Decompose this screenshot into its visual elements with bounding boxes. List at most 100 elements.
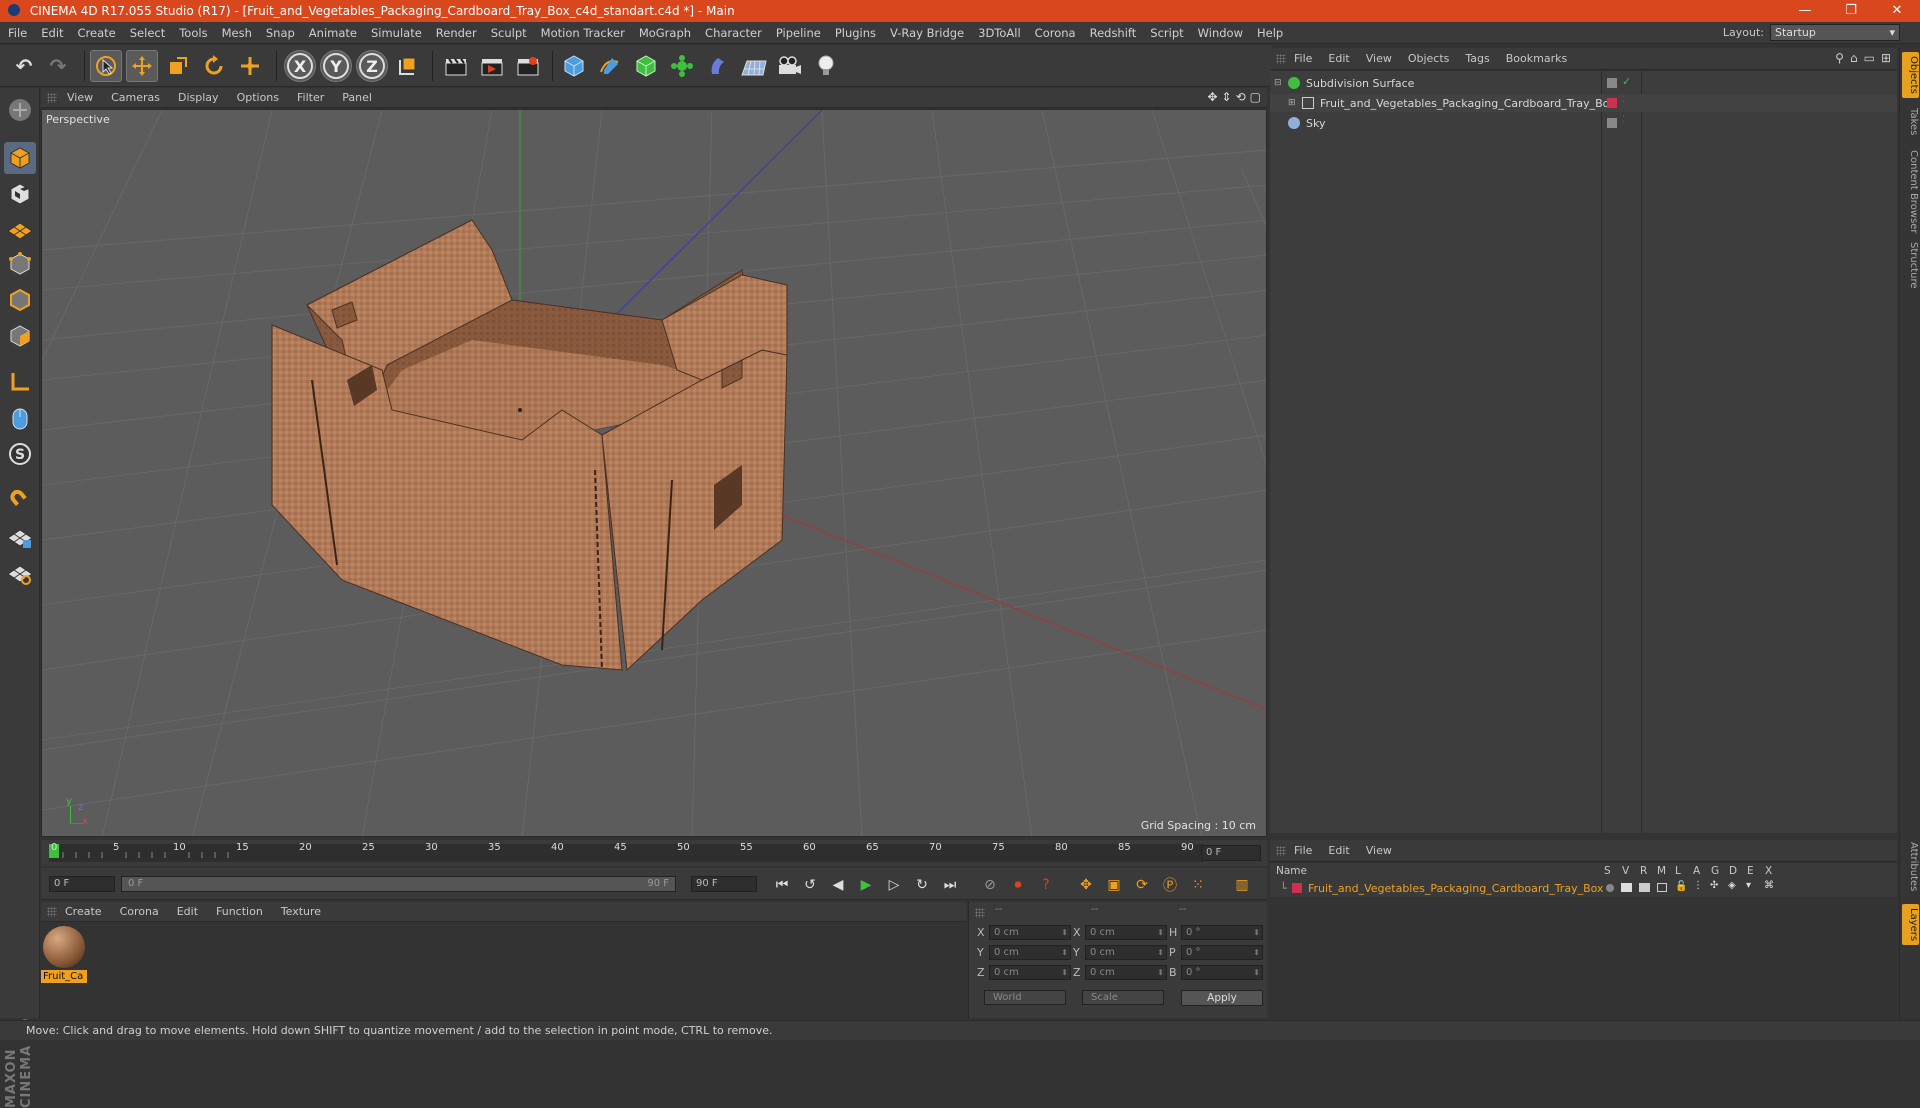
tab-objects[interactable]: Objects bbox=[1902, 52, 1919, 98]
menu-animate[interactable]: Animate bbox=[309, 26, 357, 40]
layer-menu-file[interactable]: File bbox=[1294, 844, 1312, 857]
key-pla-button[interactable]: ⁙ bbox=[1187, 874, 1209, 896]
add-deformer-button[interactable] bbox=[702, 50, 734, 82]
transform-tool-button[interactable] bbox=[234, 50, 266, 82]
menu-3dtoall[interactable]: 3DToAll bbox=[978, 26, 1021, 40]
pos-x-field[interactable]: 0 cm bbox=[989, 924, 1071, 940]
menu-window[interactable]: Window bbox=[1198, 26, 1243, 40]
layer-menu-view[interactable]: View bbox=[1366, 844, 1392, 857]
layer-generators-icon[interactable]: ✣ bbox=[1710, 880, 1718, 891]
object-menu-bookmarks[interactable]: Bookmarks bbox=[1506, 52, 1567, 65]
layer-render-icon[interactable] bbox=[1639, 883, 1650, 892]
edges-mode-button[interactable] bbox=[4, 284, 36, 316]
toggle-view-icon[interactable]: ▢ bbox=[1250, 90, 1261, 104]
object-menu-objects[interactable]: Objects bbox=[1408, 52, 1450, 65]
points-mode-button[interactable] bbox=[4, 248, 36, 280]
pos-z-field[interactable]: 0 cm bbox=[989, 964, 1071, 980]
y-axis-lock-button[interactable]: Y bbox=[320, 50, 352, 82]
tab-layers[interactable]: Layers bbox=[1902, 904, 1919, 946]
next-key-button[interactable]: ↻ bbox=[911, 874, 933, 896]
key-scale-button[interactable]: ▣ bbox=[1103, 874, 1125, 896]
rot-p-field[interactable]: 0 ° bbox=[1181, 944, 1263, 960]
menu-character[interactable]: Character bbox=[705, 26, 762, 40]
menu-pipeline[interactable]: Pipeline bbox=[776, 26, 821, 40]
menu-script[interactable]: Script bbox=[1150, 26, 1183, 40]
edit-render-settings-button[interactable] bbox=[512, 50, 544, 82]
tab-attributes[interactable]: Attributes bbox=[1902, 838, 1919, 895]
dolly-view-icon[interactable]: ⇕ bbox=[1222, 90, 1232, 104]
add-subdivision-button[interactable] bbox=[630, 50, 662, 82]
material-menu-edit[interactable]: Edit bbox=[177, 905, 198, 918]
z-axis-lock-button[interactable]: Z bbox=[356, 50, 388, 82]
menu-vray-bridge[interactable]: V-Ray Bridge bbox=[890, 26, 964, 40]
pan-view-icon[interactable]: ✥ bbox=[1207, 90, 1217, 104]
object-menu-file[interactable]: File bbox=[1294, 52, 1312, 65]
layer-manager-icon[interactable] bbox=[1657, 883, 1667, 892]
expand-icon[interactable]: ⊞ bbox=[1288, 98, 1298, 108]
menu-mesh[interactable]: Mesh bbox=[222, 26, 252, 40]
viewport-menu-cameras[interactable]: Cameras bbox=[111, 91, 160, 104]
add-camera-button[interactable] bbox=[774, 50, 806, 82]
minimize-panel-icon[interactable]: ▭ bbox=[1864, 51, 1875, 65]
orbit-view-icon[interactable]: ⟲ bbox=[1236, 90, 1246, 104]
apply-button[interactable]: Apply bbox=[1181, 990, 1263, 1006]
menu-select[interactable]: Select bbox=[130, 26, 165, 40]
layer-color-swatch[interactable] bbox=[1292, 883, 1302, 893]
menu-plugins[interactable]: Plugins bbox=[835, 26, 876, 40]
menu-simulate[interactable]: Simulate bbox=[371, 26, 422, 40]
start-frame-field[interactable]: 0 F bbox=[49, 876, 115, 892]
menu-snap[interactable]: Snap bbox=[266, 26, 295, 40]
scale-tool-button[interactable] bbox=[162, 50, 194, 82]
tweak-mode-button[interactable] bbox=[4, 402, 36, 434]
add-cube-button[interactable] bbox=[558, 50, 590, 82]
workplane-mode-button[interactable] bbox=[4, 212, 36, 244]
add-array-button[interactable] bbox=[666, 50, 698, 82]
menu-mograph[interactable]: MoGraph bbox=[639, 26, 691, 40]
layer-color-icon[interactable] bbox=[1607, 98, 1617, 108]
render-view-button[interactable] bbox=[440, 50, 472, 82]
enabled-check-icon[interactable]: ✓ bbox=[1622, 75, 1631, 88]
add-floor-button[interactable] bbox=[738, 50, 770, 82]
redo-button[interactable]: ↷ bbox=[42, 50, 74, 82]
maximize-button[interactable]: ❐ bbox=[1828, 0, 1874, 22]
layer-animation-icon[interactable]: ⋮ bbox=[1693, 880, 1703, 891]
viewport-menu-panel[interactable]: Panel bbox=[342, 91, 372, 104]
tab-takes[interactable]: Takes bbox=[1902, 104, 1919, 139]
menu-sculpt[interactable]: Sculpt bbox=[491, 26, 527, 40]
material-menu-create[interactable]: Create bbox=[65, 905, 102, 918]
viewport-menu-options[interactable]: Options bbox=[237, 91, 279, 104]
previous-key-button[interactable]: ↺ bbox=[799, 874, 821, 896]
layer-tag-icon[interactable] bbox=[1607, 118, 1617, 128]
key-rotation-button[interactable]: ⟳ bbox=[1131, 874, 1153, 896]
planar-workplane-button[interactable] bbox=[4, 558, 36, 590]
tab-structure[interactable]: Structure bbox=[1902, 238, 1919, 293]
layer-lock-icon[interactable]: 🔓 bbox=[1675, 881, 1687, 892]
go-to-start-button[interactable]: ⏮ bbox=[771, 874, 793, 896]
layer-expressions-icon[interactable]: ▾ bbox=[1746, 880, 1751, 891]
layer-deformers-icon[interactable]: ◈ bbox=[1728, 880, 1736, 891]
undo-button[interactable]: ↶ bbox=[8, 50, 40, 82]
auto-keying-button[interactable]: ⏺ bbox=[1007, 874, 1029, 896]
current-frame-field[interactable]: 0 F bbox=[1201, 845, 1261, 861]
live-selection-button[interactable] bbox=[90, 50, 122, 82]
object-menu-edit[interactable]: Edit bbox=[1328, 52, 1349, 65]
object-row-tray-box[interactable]: ⊞ Fruit_and_Vegetables_Packaging_Cardboa… bbox=[1270, 94, 1897, 112]
perspective-viewport[interactable]: Perspective Grid Spacing : 10 cm y z x bbox=[41, 109, 1267, 837]
frame-range-slider[interactable]: 0 F 90 F bbox=[121, 876, 676, 892]
go-to-end-button[interactable]: ⏭ bbox=[939, 874, 961, 896]
minimize-button[interactable]: — bbox=[1782, 0, 1828, 22]
visibility-dots-icon[interactable]: ⁚ bbox=[1622, 95, 1625, 105]
expand-panel-icon[interactable]: ⊞ bbox=[1881, 51, 1891, 65]
menu-redshift[interactable]: Redshift bbox=[1090, 26, 1137, 40]
add-spline-button[interactable] bbox=[594, 50, 626, 82]
object-menu-tags[interactable]: Tags bbox=[1465, 52, 1489, 65]
menu-help[interactable]: Help bbox=[1257, 26, 1283, 40]
viewport-menu-display[interactable]: Display bbox=[178, 91, 219, 104]
layout-dropdown[interactable]: Startup bbox=[1770, 24, 1900, 41]
close-button[interactable]: ✕ bbox=[1874, 0, 1920, 22]
previous-frame-button[interactable]: ◀ bbox=[827, 874, 849, 896]
solo-mode-button[interactable]: S bbox=[4, 438, 36, 470]
transform-mode-dropdown[interactable]: Scale bbox=[1082, 990, 1164, 1005]
timeline-window-button[interactable]: ▥ bbox=[1231, 874, 1253, 896]
render-to-picture-viewer-button[interactable] bbox=[476, 50, 508, 82]
